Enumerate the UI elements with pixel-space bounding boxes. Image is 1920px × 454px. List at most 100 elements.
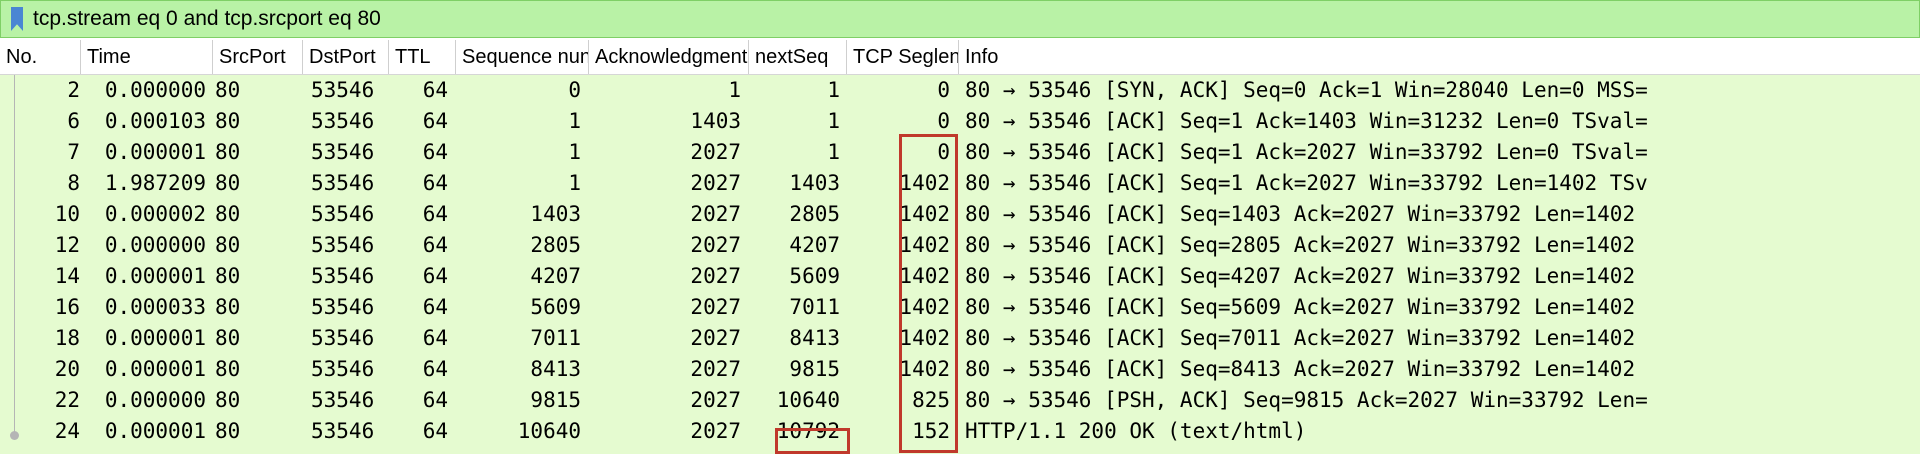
packet-time: 0.000033 [104, 295, 206, 319]
packet-seq: 1 [568, 171, 581, 195]
packet-ttl: 64 [422, 326, 448, 350]
packet-nextseq: 5609 [789, 264, 840, 288]
packet-row[interactable]: 14 0.000001 80 53546 64 4207 2027 5609 1402 80 → … [0, 261, 1920, 292]
packet-nextseq: 2805 [789, 202, 840, 226]
packet-nextseq: 1 [827, 78, 840, 102]
packet-ttl: 64 [422, 264, 448, 288]
packet-dstport: 53546 [311, 326, 375, 350]
packet-ttl: 64 [422, 109, 448, 133]
packet-ttl: 64 [422, 78, 448, 102]
packet-srcport: 80 [215, 326, 241, 350]
packet-row[interactable]: 2 0.000000 80 53546 64 0 1 1 0 80 → 53546 [SYN, A… [0, 75, 1920, 106]
packet-time: 0.000001 [104, 419, 206, 443]
packet-dstport: 53546 [311, 171, 375, 195]
packet-row[interactable]: 16 0.000033 80 53546 64 5609 2027 7011 1402 80 → … [0, 292, 1920, 323]
packet-seq: 7011 [530, 326, 581, 350]
packet-ack: 2027 [690, 140, 741, 164]
packet-nextseq: 9815 [789, 357, 840, 381]
packet-time: 0.000002 [104, 202, 206, 226]
packet-seq: 2805 [530, 233, 581, 257]
column-header-srcport[interactable]: SrcPort [212, 40, 302, 74]
column-header-info[interactable]: Info [958, 40, 1920, 74]
packet-nextseq: 1403 [789, 171, 840, 195]
packet-no: 8 [67, 171, 80, 195]
packet-srcport: 80 [215, 388, 241, 412]
packet-dstport: 53546 [311, 264, 375, 288]
packet-ttl: 64 [422, 202, 448, 226]
column-header-nextseq[interactable]: nextSeq [748, 40, 846, 74]
column-header-ttl[interactable]: TTL [388, 40, 455, 74]
packet-nextseq: 7011 [789, 295, 840, 319]
packet-no: 18 [54, 326, 80, 350]
packet-ack: 2027 [690, 326, 741, 350]
packet-row[interactable]: 6 0.000103 80 53546 64 1 1403 1 0 80 → 53546 [ACK… [0, 106, 1920, 137]
packet-seglen: 1402 [899, 171, 950, 195]
packet-seq: 4207 [530, 264, 581, 288]
packet-row[interactable]: 10 0.000002 80 53546 64 1403 2027 2805 1402 80 → … [0, 199, 1920, 230]
packet-ttl: 64 [422, 233, 448, 257]
packet-no: 14 [54, 264, 80, 288]
packet-row[interactable]: 12 0.000000 80 53546 64 2805 2027 4207 1402 80 → … [0, 230, 1920, 261]
packet-dstport: 53546 [311, 140, 375, 164]
packet-info: HTTP/1.1 200 OK (text/html) [965, 419, 1307, 443]
packet-row[interactable]: 18 0.000001 80 53546 64 7011 2027 8413 1402 80 → … [0, 323, 1920, 354]
packet-seq: 9815 [530, 388, 581, 412]
packet-row[interactable]: 20 0.000001 80 53546 64 8413 2027 9815 1402 80 → … [0, 354, 1920, 385]
packet-time: 0.000001 [104, 357, 206, 381]
packet-time: 1.987209 [104, 171, 206, 195]
column-header-dstport[interactable]: DstPort [302, 40, 388, 74]
packet-srcport: 80 [215, 357, 241, 381]
packet-seglen: 1402 [899, 295, 950, 319]
packet-list-header: No. Time SrcPort DstPort TTL Sequence nu… [0, 40, 1920, 75]
display-filter-input[interactable] [33, 1, 1919, 37]
packet-dstport: 53546 [311, 202, 375, 226]
column-header-seglen[interactable]: TCP Seglen [846, 40, 958, 74]
packet-srcport: 80 [215, 78, 241, 102]
packet-time: 0.000000 [104, 388, 206, 412]
packet-seglen: 152 [912, 419, 950, 443]
packet-nextseq: 10640 [776, 388, 840, 412]
packet-srcport: 80 [215, 109, 241, 133]
column-header-ack[interactable]: Acknowledgment [588, 40, 748, 74]
packet-ttl: 64 [422, 140, 448, 164]
packet-row[interactable]: 22 0.000000 80 53546 64 9815 2027 10640 825 80 → … [0, 385, 1920, 416]
packet-no: 6 [67, 109, 80, 133]
packet-dstport: 53546 [311, 78, 375, 102]
column-header-no[interactable]: No. [0, 40, 80, 74]
packet-srcport: 80 [215, 295, 241, 319]
packet-nextseq: 4207 [789, 233, 840, 257]
packet-seglen: 825 [912, 388, 950, 412]
packet-nextseq: 1 [827, 109, 840, 133]
packet-srcport: 80 [215, 140, 241, 164]
packet-dstport: 53546 [311, 357, 375, 381]
packet-info: 80 → 53546 [PSH, ACK] Seq=9815 Ack=2027 … [965, 388, 1648, 412]
packet-list-window: No. Time SrcPort DstPort TTL Sequence nu… [0, 0, 1920, 454]
packet-info: 80 → 53546 [ACK] Seq=1 Ack=2027 Win=3379… [965, 140, 1648, 164]
packet-row[interactable]: 7 0.000001 80 53546 64 1 2027 1 0 80 → 53546 [ACK… [0, 137, 1920, 168]
packet-ack: 1 [728, 78, 741, 102]
display-filter-bar [0, 0, 1920, 38]
packet-row[interactable]: 8 1.987209 80 53546 64 1 2027 1403 1402 80 → 5354… [0, 168, 1920, 199]
packet-seq: 5609 [530, 295, 581, 319]
packet-ack: 2027 [690, 233, 741, 257]
packet-info: 80 → 53546 [ACK] Seq=1 Ack=1403 Win=3123… [965, 109, 1648, 133]
conversation-tree-line [14, 75, 15, 435]
packet-ack: 2027 [690, 171, 741, 195]
packet-ack: 2027 [690, 202, 741, 226]
packet-info: 80 → 53546 [ACK] Seq=1403 Ack=2027 Win=3… [965, 202, 1636, 226]
packet-ack: 2027 [690, 388, 741, 412]
packet-ttl: 64 [422, 388, 448, 412]
conversation-end-dot-icon [10, 431, 19, 440]
packet-list: 2 0.000000 80 53546 64 0 1 1 0 80 → 53546 [SYN, A… [0, 75, 1920, 454]
bookmark-icon[interactable] [11, 7, 23, 31]
packet-nextseq: 8413 [789, 326, 840, 350]
packet-seglen: 1402 [899, 326, 950, 350]
packet-seglen: 0 [937, 140, 950, 164]
packet-time: 0.000001 [104, 264, 206, 288]
packet-seq: 10640 [517, 419, 581, 443]
column-header-time[interactable]: Time [80, 40, 212, 74]
column-header-seq[interactable]: Sequence nun [455, 40, 588, 74]
packet-ttl: 64 [422, 419, 448, 443]
packet-row[interactable]: 24 0.000001 80 53546 64 10640 2027 10792 152 HTTP… [0, 416, 1920, 447]
packet-srcport: 80 [215, 202, 241, 226]
